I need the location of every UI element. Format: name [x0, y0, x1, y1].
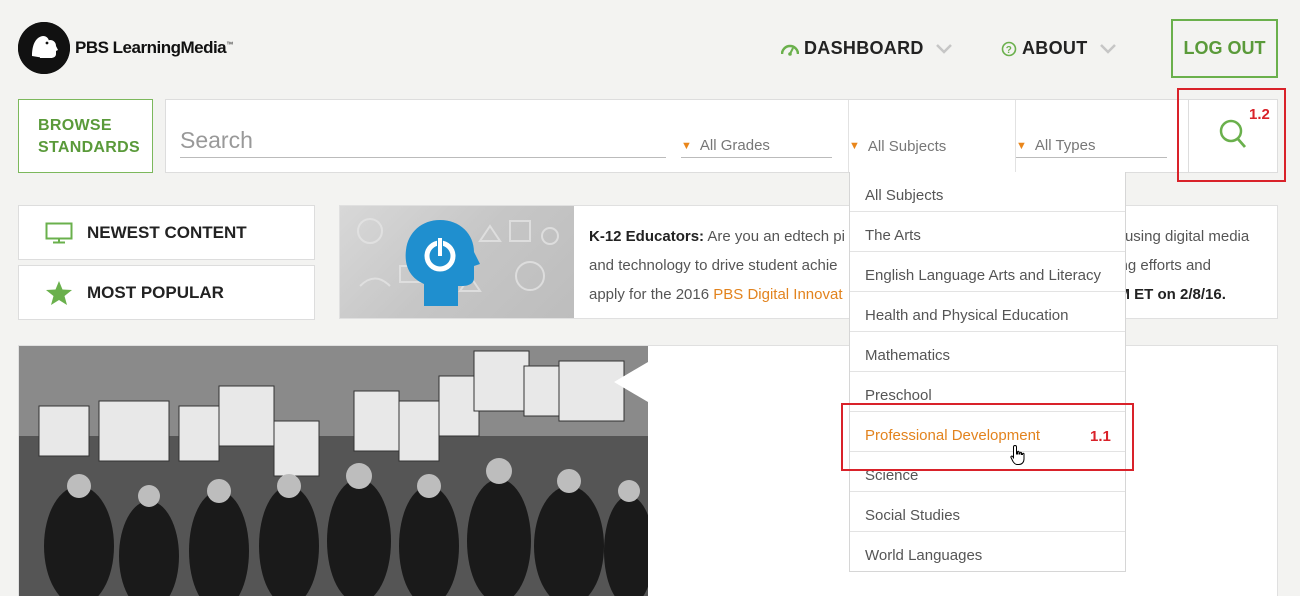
browse-standards-button[interactable]: BROWSE STANDARDS — [18, 99, 153, 173]
promo-link[interactable]: PBS Digital Innovat — [713, 286, 842, 303]
chevron-down-icon — [935, 43, 952, 54]
brand-name: PBS LearningMedia™ — [75, 38, 233, 57]
nav-about-label: ABOUT — [1022, 38, 1088, 58]
dropdown-item-world-languages[interactable]: World Languages — [850, 532, 1125, 572]
question-circle-icon: ? — [1001, 41, 1017, 57]
hero-notch — [614, 362, 648, 402]
power-head-icon — [405, 220, 480, 306]
nav-about[interactable]: ? ABOUT — [1001, 38, 1116, 59]
hand-cursor-icon — [1010, 444, 1028, 471]
annotation-box-search — [1177, 88, 1286, 182]
nav-dashboard[interactable]: DASHBOARD — [781, 38, 952, 59]
most-popular-button[interactable]: MOST POPULAR — [18, 265, 315, 320]
subjects-filter[interactable]: ▼ All Subjects — [849, 124, 999, 158]
dropdown-item-mathematics[interactable]: Mathematics — [850, 332, 1125, 372]
svg-text:?: ? — [1006, 45, 1012, 56]
triangle-down-icon: ▼ — [849, 140, 860, 152]
search-input[interactable] — [180, 124, 666, 158]
dropdown-item-social-studies[interactable]: Social Studies — [850, 492, 1125, 532]
grades-filter[interactable]: ▼ All Grades — [681, 124, 832, 158]
promo-illustration — [340, 206, 574, 318]
dropdown-item-all-subjects[interactable]: All Subjects — [850, 172, 1125, 212]
triangle-down-icon: ▼ — [1016, 139, 1027, 152]
dropdown-item-health-pe[interactable]: Health and Physical Education — [850, 292, 1125, 332]
newest-content-button[interactable]: NEWEST CONTENT — [18, 205, 315, 260]
chevron-down-icon — [1099, 43, 1116, 54]
pbs-heads-icon — [18, 22, 70, 74]
subjects-dropdown: All Subjects The Arts English Language A… — [849, 172, 1126, 572]
logout-button[interactable]: LOG OUT — [1171, 19, 1278, 78]
types-filter[interactable]: ▼ All Types — [1016, 124, 1167, 158]
monitor-icon — [45, 222, 73, 244]
pbs-logo[interactable]: PBS LearningMedia™ — [18, 22, 233, 74]
nav-dashboard-label: DASHBOARD — [804, 38, 924, 58]
hero-photo[interactable] — [19, 346, 648, 596]
triangle-down-icon: ▼ — [681, 139, 692, 152]
annotation-label-dropdown: 1.1 — [1090, 428, 1111, 445]
dropdown-item-english-language-arts[interactable]: English Language Arts and Literacy — [850, 252, 1125, 292]
speedometer-icon — [781, 42, 799, 56]
dropdown-item-the-arts[interactable]: The Arts — [850, 212, 1125, 252]
star-icon — [45, 280, 73, 306]
annotation-label-search: 1.2 — [1249, 106, 1270, 123]
